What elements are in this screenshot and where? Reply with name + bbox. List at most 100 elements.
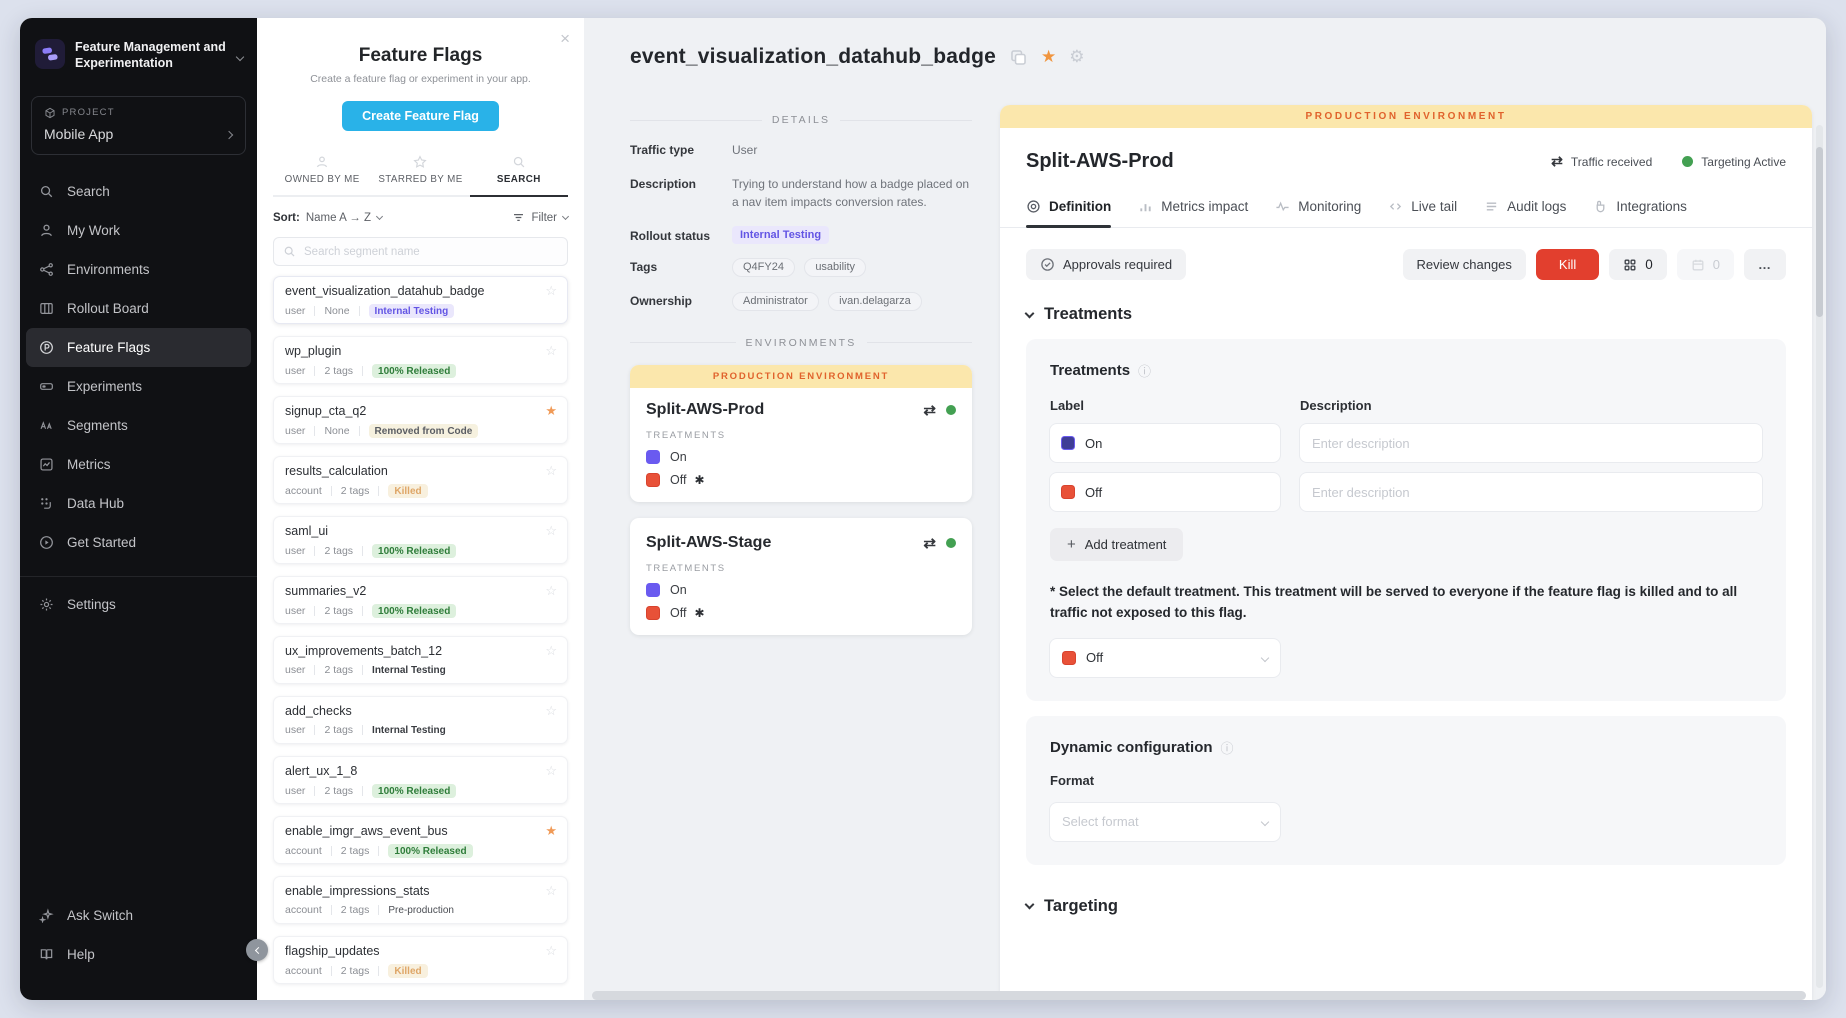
- treatment-off-swatch: [1061, 485, 1075, 499]
- flag-list-item[interactable]: add_checks user2 tagsInternal Testing ☆: [273, 696, 568, 744]
- sidebar-item-my-work[interactable]: My Work: [20, 211, 257, 250]
- flag-list-item[interactable]: flagship_updates account2 tagsKilled ☆: [273, 936, 568, 984]
- flag-list-item[interactable]: ux_improvements_batch_12 user2 tagsInter…: [273, 636, 568, 684]
- flag-tags: 2 tags: [324, 605, 353, 617]
- star-icon[interactable]: ☆: [545, 463, 557, 479]
- treatments-label: TREATMENTS: [646, 563, 956, 574]
- tab-owned-by-me[interactable]: OWNED BY ME: [273, 151, 371, 195]
- default-treatment-select[interactable]: Off: [1050, 639, 1280, 677]
- sidebar-item-experiments[interactable]: Experiments: [20, 367, 257, 406]
- star-icon[interactable]: ☆: [545, 763, 557, 779]
- flag-list-item[interactable]: enable_impressions_stats account2 tagsPr…: [273, 876, 568, 924]
- star-icon[interactable]: ☆: [545, 643, 557, 659]
- star-icon[interactable]: ☆: [545, 883, 557, 899]
- sidebar-item-environments[interactable]: Environments: [20, 250, 257, 289]
- flag-name: alert_ux_1_8: [285, 764, 556, 778]
- tab-definition[interactable]: Definition: [1026, 199, 1111, 227]
- sidebar-item-segments[interactable]: Segments: [20, 406, 257, 445]
- star-icon[interactable]: ☆: [545, 283, 557, 299]
- review-changes-button[interactable]: Review changes: [1403, 249, 1526, 280]
- close-icon[interactable]: ×: [560, 30, 570, 47]
- sidebar-item-data-hub[interactable]: Data Hub: [20, 484, 257, 523]
- flag-list-item[interactable]: alert_ux_1_8 user2 tags100% Released ☆: [273, 756, 568, 804]
- treatment-label-input[interactable]: On: [1050, 424, 1280, 462]
- gear-icon[interactable]: ⚙: [1069, 47, 1084, 67]
- star-icon[interactable]: ☆: [545, 523, 557, 539]
- treatment-on-row: On: [646, 583, 956, 597]
- flag-list-item[interactable]: enable_imgr_aws_event_bus account2 tags1…: [273, 816, 568, 864]
- split-logo-icon: [35, 39, 65, 69]
- horizontal-scrollbar[interactable]: [592, 991, 1806, 1000]
- filter-icon: [512, 211, 525, 224]
- environment-card-prod[interactable]: PRODUCTION ENVIRONMENT Split-AWS-Prod ⇄ …: [630, 365, 972, 502]
- chevron-down-icon[interactable]: [237, 47, 243, 65]
- star-icon[interactable]: ☆: [545, 343, 557, 359]
- treatment-label-input[interactable]: Off: [1050, 473, 1280, 511]
- star-icon[interactable]: ☆: [545, 703, 557, 719]
- environment-tabs: Definition Metrics impact Monitoring Liv…: [1000, 173, 1812, 228]
- kill-button[interactable]: Kill: [1536, 249, 1599, 280]
- targeting-section-toggle[interactable]: Targeting: [1000, 865, 1812, 916]
- tab-starred-by-me[interactable]: STARRED BY ME: [371, 151, 469, 195]
- flag-list-item[interactable]: saml_ui user2 tags100% Released ☆: [273, 516, 568, 564]
- star-icon[interactable]: ☆: [545, 943, 557, 959]
- environment-card-stage[interactable]: Split-AWS-Stage ⇄ TREATMENTS On Off ✱: [630, 518, 972, 635]
- treatments-section-toggle[interactable]: Treatments: [1000, 280, 1812, 324]
- star-icon[interactable]: ★: [1041, 47, 1056, 67]
- scrollbar-thumb[interactable]: [1816, 147, 1823, 317]
- sidebar-item-feature-flags[interactable]: Feature Flags: [26, 328, 251, 367]
- flag-list-item[interactable]: results_calculation account2 tagsKilled …: [273, 456, 568, 504]
- sidebar-item-settings[interactable]: Settings: [20, 585, 257, 624]
- tab-live-tail[interactable]: Live tail: [1388, 199, 1457, 227]
- sidebar-collapse-button[interactable]: [246, 939, 268, 961]
- owner-pill[interactable]: ivan.delagarza: [828, 292, 922, 311]
- search-input[interactable]: [304, 246, 558, 258]
- flag-list-item[interactable]: signup_cta_q2 userNoneRemoved from Code …: [273, 396, 568, 444]
- star-icon[interactable]: ☆: [545, 583, 557, 599]
- project-selector[interactable]: PROJECT Mobile App: [31, 96, 246, 155]
- sidebar-item-get-started[interactable]: Get Started: [20, 523, 257, 562]
- approvals-required-button[interactable]: Approvals required: [1026, 249, 1186, 280]
- filter-dropdown[interactable]: Filter: [512, 211, 568, 224]
- flag-tags: None: [324, 425, 349, 437]
- sidebar-item-ask-switch[interactable]: Ask Switch: [20, 896, 257, 935]
- tab-monitoring[interactable]: Monitoring: [1275, 199, 1361, 227]
- owner-pill[interactable]: Administrator: [732, 292, 819, 311]
- flag-list-item[interactable]: event_visualization_datahub_badge userNo…: [273, 276, 568, 324]
- environment-name: Split-AWS-Prod: [646, 401, 923, 419]
- sidebar-item-rollout-board[interactable]: Rollout Board: [20, 289, 257, 328]
- tab-search[interactable]: SEARCH: [470, 151, 568, 195]
- sidebar-item-help[interactable]: Help: [20, 935, 257, 974]
- tab-integrations[interactable]: Integrations: [1593, 199, 1687, 227]
- tag-pill[interactable]: Q4FY24: [732, 258, 795, 277]
- copy-icon[interactable]: [1009, 48, 1028, 67]
- tag-pill[interactable]: usability: [804, 258, 866, 277]
- treatment-on-swatch: [1061, 436, 1075, 450]
- status-badge: Killed: [388, 484, 427, 498]
- tab-metrics-impact[interactable]: Metrics impact: [1138, 199, 1248, 227]
- treatment-description-input[interactable]: [1312, 436, 1750, 451]
- sidebar-item-search[interactable]: Search: [20, 172, 257, 211]
- add-treatment-button[interactable]: + Add treatment: [1050, 528, 1183, 561]
- traffic-arrows-icon: ⇄: [923, 401, 936, 419]
- tab-audit-logs[interactable]: Audit logs: [1484, 199, 1566, 227]
- more-actions-button[interactable]: …: [1744, 249, 1786, 280]
- play-circle-icon: [37, 535, 55, 550]
- sort-dropdown[interactable]: Sort: Name A → Z: [273, 212, 382, 224]
- vertical-scrollbar[interactable]: [1816, 125, 1823, 988]
- sidebar-item-metrics[interactable]: Metrics: [20, 445, 257, 484]
- sidebar-divider: [20, 576, 257, 577]
- field-label: Tags: [630, 258, 732, 274]
- star-icon[interactable]: ★: [545, 403, 557, 419]
- treatment-description-input[interactable]: [1312, 485, 1750, 500]
- flag-traffic-type: account: [285, 845, 322, 857]
- create-feature-flag-button[interactable]: Create Feature Flag: [342, 101, 499, 131]
- grid-count-button[interactable]: 0: [1609, 249, 1667, 280]
- flag-list-item[interactable]: wp_plugin user2 tags100% Released ☆: [273, 336, 568, 384]
- format-select[interactable]: Select format: [1050, 803, 1280, 841]
- tab-label: Metrics impact: [1161, 199, 1248, 214]
- flag-list-item[interactable]: summaries_v2 user2 tags100% Released ☆: [273, 576, 568, 624]
- sidebar-item-label: Settings: [67, 597, 116, 612]
- treatment-label: On: [1085, 436, 1102, 451]
- star-icon[interactable]: ★: [545, 823, 557, 839]
